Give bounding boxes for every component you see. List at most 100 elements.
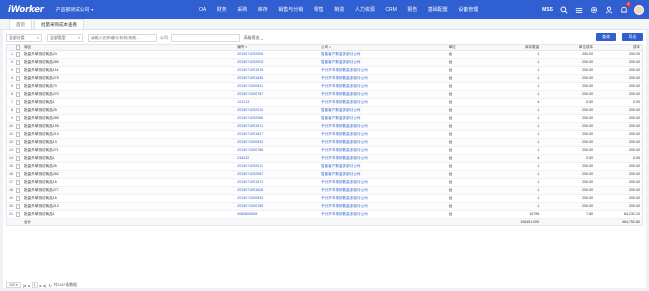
table-row[interactable]: 11 批量开单测试商品210 2019071001627 不分开市场所数量多部分公司台… (6, 131, 643, 139)
row-company-link[interactable]: 不分开市场所数量多部分公司 (319, 67, 447, 74)
table-row[interactable]: 5 批量开单测试商品70 2019071000531 不分开市场所数量多部分公司台 1 2… (6, 83, 643, 91)
row-checkbox[interactable] (14, 68, 22, 73)
row-company-link[interactable]: 不分开市场所数量多部分公司 (319, 91, 447, 98)
row-code-link[interactable]: 2019071002011 (235, 163, 319, 170)
row-checkbox[interactable] (14, 76, 22, 81)
type-select[interactable]: 全部类型 ▾ (47, 34, 83, 42)
row-company-link[interactable]: 智能客户数量多部分公司 (319, 51, 447, 58)
nav-item-finance[interactable]: 财务 (217, 6, 227, 13)
row-checkbox[interactable] (14, 172, 22, 177)
row-code-link[interactable]: 2019071001627 (235, 131, 319, 138)
row-company-link[interactable]: 智能客户数量多部分公司 (319, 59, 447, 66)
row-company-link[interactable]: 不分开市场所数量多部分公司 (319, 203, 447, 210)
table-row[interactable]: 8 批量开单测试商品25 2019071002010 智能客户数量多部分公司台 1 200… (6, 107, 643, 115)
header-product[interactable]: 商品 (22, 44, 235, 51)
table-row[interactable]: 16 批量开单测试商品282 2019071002067 智能客户数量多部分公司台 1 2… (6, 171, 643, 179)
nav-item-hr[interactable]: 人力资源 (355, 6, 375, 13)
row-checkbox[interactable] (14, 140, 22, 145)
table-row[interactable]: 1 批量开单测试商品24 2019071002009 智能客户数量多部分公司台 1 200… (6, 51, 643, 59)
row-checkbox[interactable] (14, 100, 22, 105)
row-code-link[interactable]: 2019071001578 (235, 67, 319, 74)
table-row[interactable]: 9 批量开单测试商品285 2019071002066 智能客户数量多部分公司台 1 20… (6, 115, 643, 123)
row-code-link[interactable]: 2019071002003 (235, 59, 319, 66)
query-button[interactable]: 查询 (596, 33, 616, 41)
row-code-link[interactable]: 2019071002066 (235, 115, 319, 122)
row-checkbox[interactable] (14, 92, 22, 97)
nav-item-retail[interactable]: 零售 (314, 6, 324, 13)
table-row[interactable]: 4 批量开单测试商品275 2019071001836 不分开市场所数量多部分公司台 1… (6, 75, 643, 83)
header-quantity[interactable]: 库存数量 (480, 44, 542, 51)
company-switcher[interactable]: 产品部测试公司 ▾ (56, 6, 94, 13)
nav-item-crm[interactable]: CRM (385, 7, 396, 13)
header-code[interactable]: 编号▾ (235, 44, 319, 51)
user-icon[interactable] (604, 5, 613, 14)
row-company-link[interactable]: 智能客户数量多部分公司 (319, 115, 447, 122)
table-row[interactable]: 17 批量开单测试商品16 2019071001572 不分开市场所数量多部分公司台 1… (6, 179, 643, 187)
row-checkbox[interactable] (14, 148, 22, 153)
row-code-link[interactable]: 121213 (235, 99, 319, 106)
row-code-link[interactable]: 2019071001836 (235, 75, 319, 82)
advanced-filter-toggle[interactable]: 高级筛选 ⌄ (244, 35, 264, 41)
row-checkbox[interactable] (14, 60, 22, 65)
table-row[interactable]: 2 批量开单测试商品280 2019071002003 智能客户数量多部分公司台 1 20… (6, 59, 643, 67)
tab-batch-purchase-cost[interactable]: 批量采购成本查看 (34, 19, 84, 29)
table-row[interactable]: 14 批量开单测试商品1 234232 不分开市场所数量多部分公司台 4 0.00 0.00 (6, 155, 643, 163)
nav-item-reports[interactable]: 报告 (407, 6, 417, 13)
nav-item-manufacturing[interactable]: 制造 (334, 6, 344, 13)
table-row[interactable]: 6 批量开单测试商品270 2019071000787 不分开市场所数量多部分公司台 1… (6, 91, 643, 99)
row-checkbox[interactable] (14, 156, 22, 161)
row-company-link[interactable]: 不分开市场所数量多部分公司 (319, 123, 447, 130)
row-checkbox[interactable] (14, 212, 22, 217)
row-company-link[interactable]: 不分开市场所数量多部分公司 (319, 147, 447, 154)
header-company[interactable]: 公司▾ (319, 44, 447, 51)
nav-item-sales[interactable]: 销售与分销 (278, 6, 303, 13)
row-company-link[interactable]: 不分开市场所数量多部分公司 (319, 99, 447, 106)
row-code-link[interactable]: 2019071000789 (235, 203, 319, 210)
row-checkbox[interactable] (14, 180, 22, 185)
user-code[interactable]: MSS (542, 7, 553, 13)
select-all-checkbox[interactable] (14, 45, 22, 50)
row-company-link[interactable]: 智能客户数量多部分公司 (319, 171, 447, 178)
app-logo[interactable]: iWorker (8, 5, 44, 15)
page-size-select[interactable]: 100 ▾ (6, 282, 21, 288)
row-code-link[interactable]: 2019071002010 (235, 107, 319, 114)
prev-page-icon[interactable]: ◂ (28, 283, 30, 288)
row-code-link[interactable]: 234232 (235, 155, 319, 162)
table-row[interactable]: 12 批量开单测试商品13 2019071000532 不分开市场所数量多部分公司台 1… (6, 139, 643, 147)
row-checkbox[interactable] (14, 164, 22, 169)
page-number[interactable]: 1 (31, 282, 38, 288)
nav-item-config[interactable]: 基础配置 (428, 6, 448, 13)
row-company-link[interactable]: 不分开市场所数量多部分公司 (319, 131, 447, 138)
export-button[interactable]: 导出 (622, 33, 643, 41)
table-row[interactable]: 13 批量开单测试商品271 2019071000786 不分开市场所数量多部分公司台… (6, 147, 643, 155)
row-code-link[interactable]: 2019071000532 (235, 139, 319, 146)
row-company-link[interactable]: 不分开市场所数量多部分公司 (319, 195, 447, 202)
header-unit-cost[interactable]: 单位成本 (541, 44, 595, 51)
table-row[interactable]: 20 批量开单测试商品212 2019071000789 不分开市场所数量多部分公司台… (6, 203, 643, 211)
next-page-icon[interactable]: ▸ (40, 283, 42, 288)
row-checkbox[interactable] (14, 188, 22, 193)
tab-home[interactable]: 首页 (9, 19, 32, 29)
row-code-link[interactable]: 2019071001572 (235, 179, 319, 186)
nav-item-purchase[interactable]: 采购 (237, 6, 247, 13)
row-code-link[interactable]: 2019071002009 (235, 51, 319, 58)
row-code-link[interactable]: 9080800808 (235, 211, 319, 218)
row-company-link[interactable]: 不分开市场所数量多部分公司 (319, 187, 447, 194)
row-code-link[interactable]: 2019071000533 (235, 195, 319, 202)
table-row[interactable]: 10 批量开单测试商品105 2019071001571 不分开市场所数量多部分公司台… (6, 123, 643, 131)
row-code-link[interactable]: 2019071001571 (235, 123, 319, 130)
row-checkbox[interactable] (14, 116, 22, 121)
row-company-link[interactable]: 不分开市场所数量多部分公司 (319, 155, 447, 162)
menu-lines-icon[interactable] (574, 5, 583, 14)
search-icon[interactable] (559, 5, 568, 14)
row-company-link[interactable]: 智能客户数量多部分公司 (319, 107, 447, 114)
table-row[interactable]: 3 批量开单测试商品114 2019071001578 不分开市场所数量多部分公司台 1… (6, 67, 643, 75)
row-checkbox[interactable] (14, 84, 22, 89)
row-code-link[interactable]: 2019071000787 (235, 91, 319, 98)
table-row[interactable]: 7 批量开单测试商品1 121213 不分开市场所数量多部分公司台 4 0.00 0.00 (6, 99, 643, 107)
row-code-link[interactable]: 2019071001628 (235, 187, 319, 194)
row-checkbox[interactable] (14, 132, 22, 137)
row-company-link[interactable]: 不分开市场所数量多部分公司 (319, 179, 447, 186)
row-company-link[interactable]: 不分开市场所数量多部分公司 (319, 211, 447, 218)
row-checkbox[interactable] (14, 108, 22, 113)
